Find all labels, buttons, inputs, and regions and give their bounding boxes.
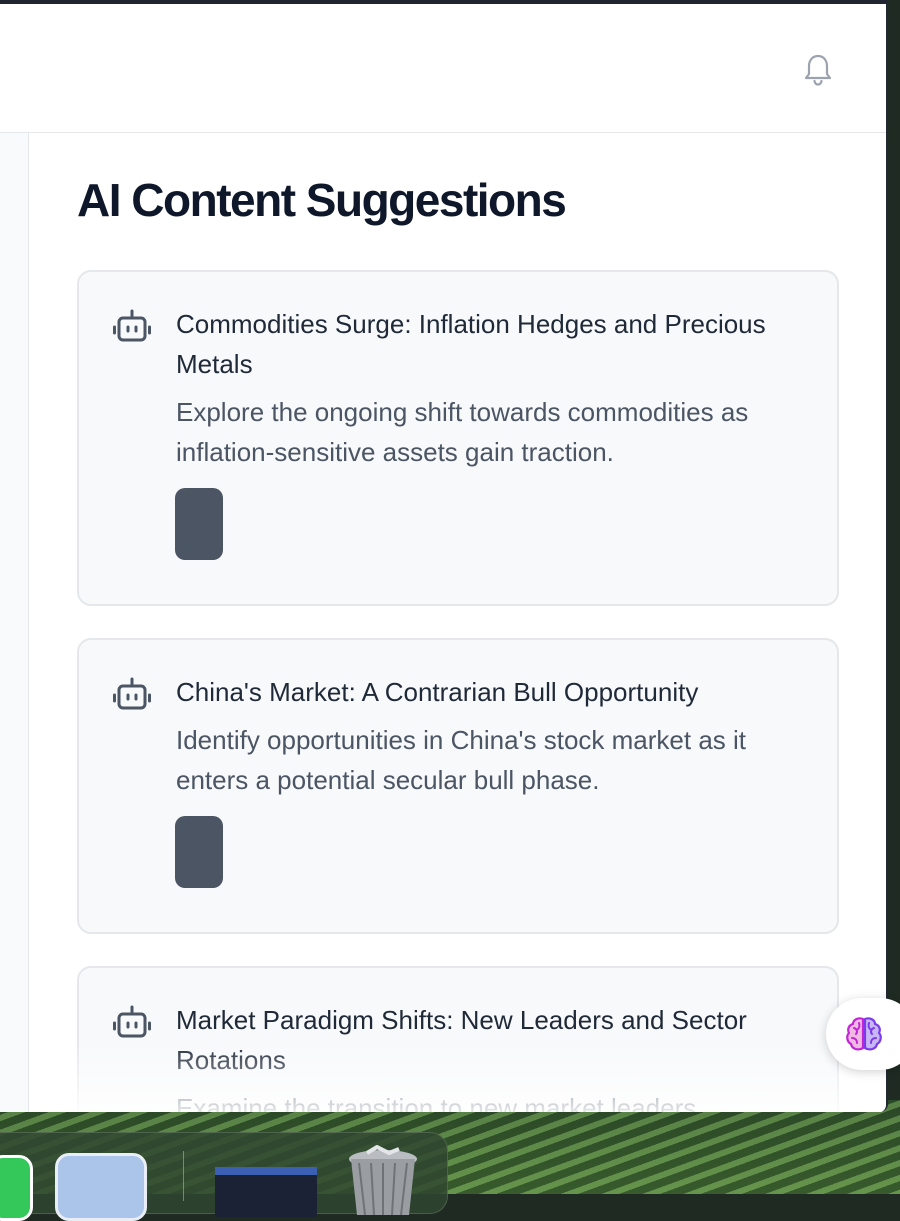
trash-icon [349,1144,417,1216]
dock-app-green[interactable] [0,1155,33,1221]
dock-app-finder-window[interactable] [55,1153,147,1221]
top-header-bar [0,4,886,133]
page-title: AI Content Suggestions [77,174,567,226]
main-content: AI Content Suggestions Commodities Surge… [29,133,886,1112]
suggestion-title: Commodities Surge: Inflation Hedges and … [176,309,766,379]
suggestion-card[interactable]: Commodities Surge: Inflation Hedges and … [77,270,839,606]
suggestion-description: Examine the transition to new market lea… [176,1093,697,1112]
ai-assistant-button[interactable] [826,998,900,1070]
notifications-button[interactable] [802,52,834,88]
dock-trash[interactable] [345,1144,421,1216]
suggestion-description: Explore the ongoing shift towards commod… [176,397,749,467]
robot-icon [113,1005,151,1038]
sidebar-edge [0,133,29,1112]
brain-icon [846,1017,882,1051]
suggestion-title: China's Market: A Contrarian Bull Opport… [176,677,699,707]
suggestion-card[interactable]: Market Paradigm Shifts: New Leaders and … [77,966,839,1112]
dock-app-window-thumbnail[interactable] [215,1167,317,1217]
suggestion-card[interactable]: China's Market: A Contrarian Bull Opport… [77,638,839,934]
dock [0,1132,448,1221]
bell-icon [804,54,832,86]
suggestion-title: Market Paradigm Shifts: New Leaders and … [176,1005,747,1075]
app-window: AI Content Suggestions Commodities Surge… [0,0,888,1112]
suggestion-action-button[interactable] [175,816,223,888]
suggestion-action-button[interactable] [175,488,223,560]
robot-icon [113,309,151,342]
robot-icon [113,677,151,710]
suggestion-description: Identify opportunities in China's stock … [176,725,747,795]
